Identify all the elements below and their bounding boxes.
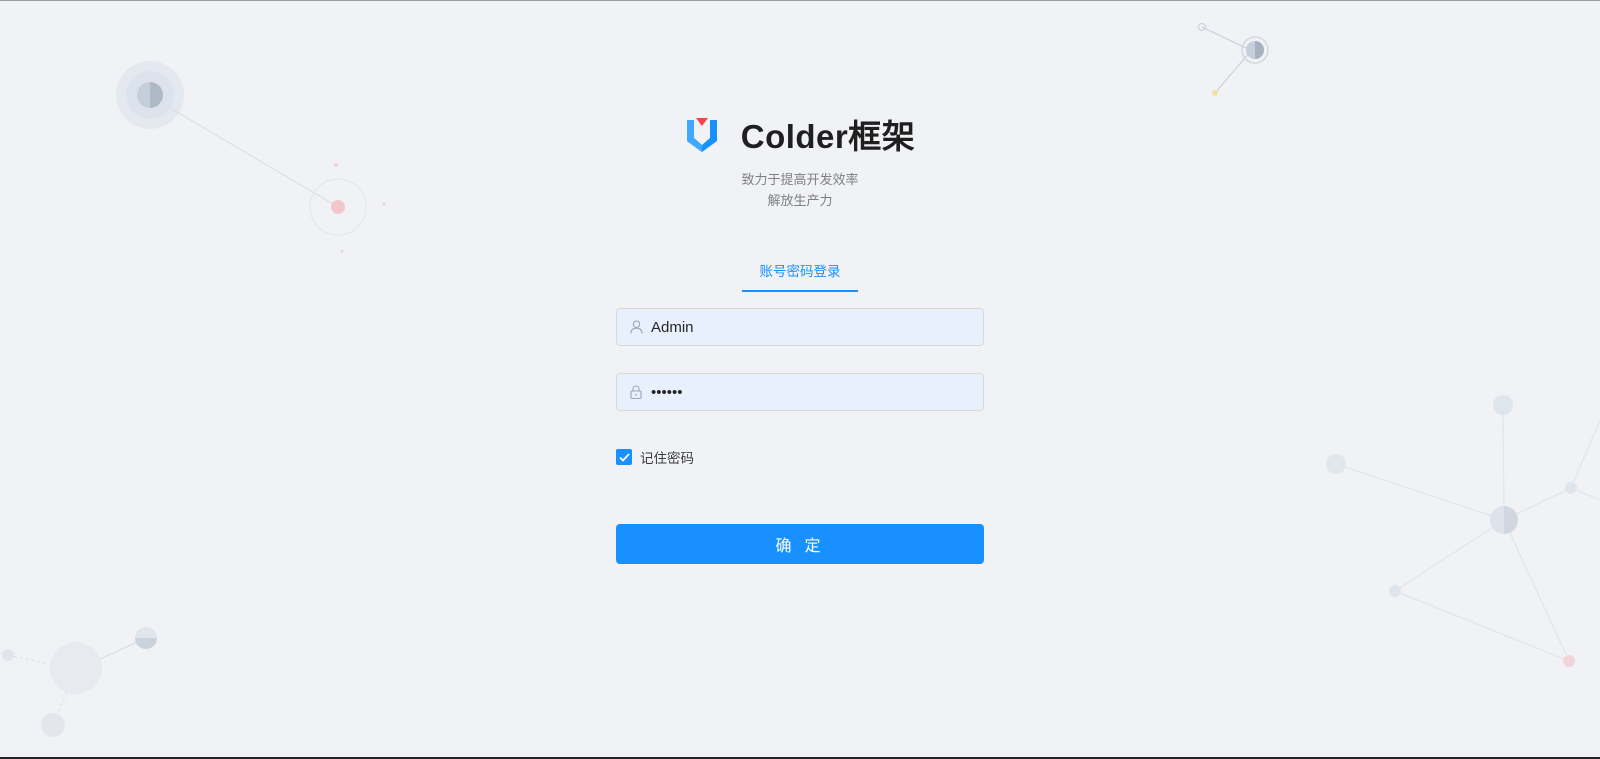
- brand-header: Colder框架 致力于提高开发效率 解放生产力: [600, 108, 1000, 212]
- tab-label: 账号密码登录: [759, 264, 841, 280]
- brand-row: Colder框架: [600, 108, 1000, 160]
- decor-dot: [1563, 655, 1575, 667]
- decor-half: [1504, 506, 1518, 534]
- user-icon: [629, 320, 643, 334]
- slogan: 致力于提高开发效率 解放生产力: [600, 170, 1000, 212]
- decor-line: [159, 101, 334, 205]
- decor-line: [1570, 419, 1600, 489]
- decor-dot: [1212, 90, 1218, 96]
- decor-line: [1335, 463, 1505, 521]
- username-value: Admin: [651, 318, 694, 336]
- tab-active-indicator: [742, 290, 858, 292]
- decor-dot: [382, 202, 386, 206]
- decor-dot: [1326, 454, 1346, 474]
- decor-line: [1503, 519, 1570, 662]
- decor-line: [1394, 519, 1505, 592]
- login-page: Colder框架 致力于提高开发效率 解放生产力 账号密码登录 Admin ••…: [0, 0, 1600, 759]
- slogan-line: 致力于提高开发效率: [741, 173, 859, 188]
- lock-icon: [629, 385, 643, 399]
- tab-account-login[interactable]: 账号密码登录: [742, 262, 858, 292]
- username-input[interactable]: Admin: [616, 308, 984, 346]
- remember-password[interactable]: 记住密码: [616, 448, 694, 467]
- remember-checkbox[interactable]: [616, 449, 632, 465]
- password-value: ••••••: [651, 383, 683, 401]
- check-icon: [618, 452, 630, 462]
- decor-dot: [340, 249, 344, 253]
- submit-button[interactable]: 确 定: [616, 524, 984, 564]
- remember-label: 记住密码: [640, 451, 694, 467]
- app-title: Colder框架: [740, 118, 916, 155]
- decor-dot: [1389, 585, 1401, 597]
- decor-half: [1255, 41, 1264, 59]
- decor-half: [135, 638, 157, 649]
- decor-line: [1502, 404, 1505, 521]
- decor-dot: [334, 163, 338, 167]
- decor-dot: [1565, 482, 1577, 494]
- password-input[interactable]: ••••••: [616, 373, 984, 411]
- decor-dot: [1493, 395, 1513, 415]
- slogan-line: 解放生产力: [767, 194, 833, 209]
- decor-dot: [331, 200, 345, 214]
- decor-circle: [50, 642, 102, 694]
- colder-logo-icon: [686, 118, 717, 152]
- decor-line: [1394, 590, 1570, 662]
- decor-dot: [41, 713, 65, 737]
- decor-dot: [2, 649, 14, 661]
